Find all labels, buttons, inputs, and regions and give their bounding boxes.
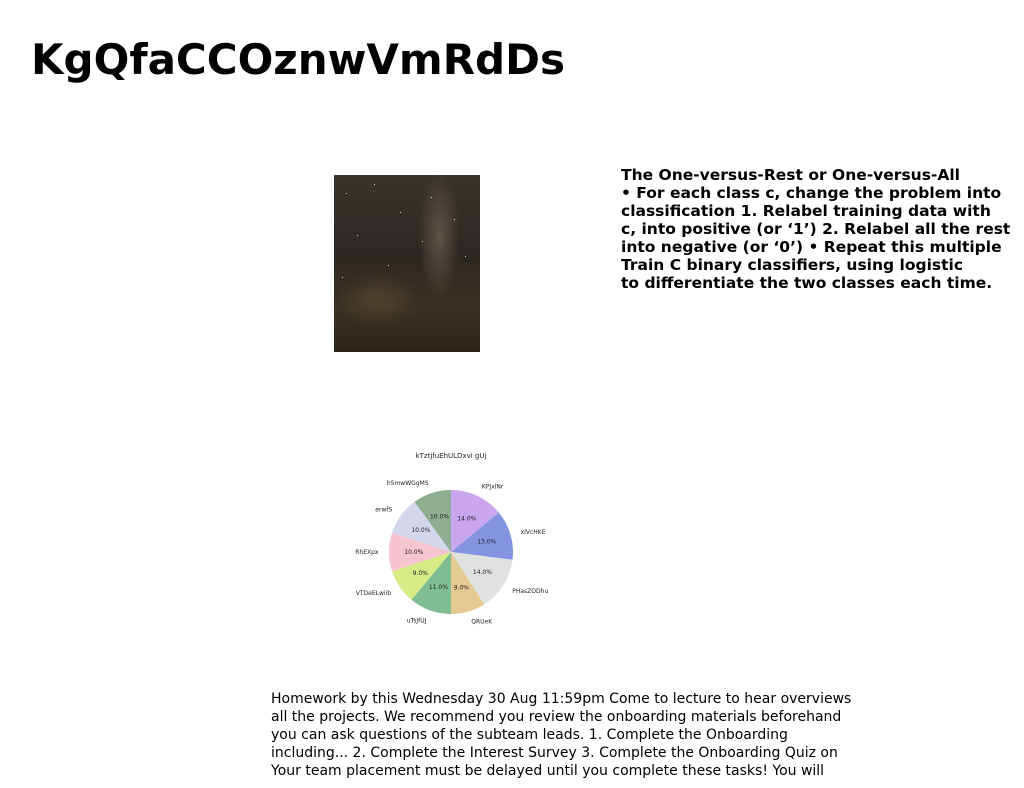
pie-percent-label: 10.0% [430, 514, 449, 521]
notes-line: you can ask questions of the subteam lea… [271, 727, 788, 743]
star-dot [374, 184, 375, 185]
notes-line: including... 2. Complete the Interest Su… [271, 745, 838, 761]
pie-category-label: PHasZODhu [512, 588, 548, 595]
pie-percent-label: 13.0% [477, 539, 496, 546]
star-dot [465, 256, 466, 257]
pie-percent-label: 14.0% [473, 569, 492, 576]
pie-percent-label: 9.0% [454, 585, 470, 592]
notes-line: all the projects. We recommend you revie… [271, 709, 842, 725]
pie-percent-label: 9.0% [413, 570, 429, 577]
notes-text-block: Homework by this Wednesday 30 Aug 11:59p… [271, 690, 871, 780]
star-dot [431, 197, 432, 198]
pie-chart: kTztjfuEhULDxvi gUj 14.0% KPJxlNr 13.0% xlV… [352, 445, 552, 645]
pie-category-label: xlVcHKE [521, 529, 546, 536]
pie-percent-label: 14.0% [457, 515, 476, 522]
slide-text-line: • For each class c, change the problem i… [621, 184, 1002, 202]
star-dot [422, 241, 423, 242]
slide-text-line: Train C binary classifiers, using logist… [621, 256, 964, 274]
pie-category-label: erwfS [375, 506, 392, 513]
night-sky-photo [334, 175, 480, 352]
star-dot [454, 219, 455, 220]
pie-category-label: RhEXpx [355, 549, 379, 556]
slide-text-line: into negative (or ‘0’) • Repeat this mul… [621, 238, 1002, 256]
slide-text-line: The One-versus-Rest or One-versus-All [621, 166, 960, 184]
star-dot [388, 265, 389, 266]
notes-line: Homework by this Wednesday 30 Aug 11:59p… [271, 691, 852, 707]
pie-category-label: hSmwWGgMS [387, 480, 429, 487]
pie-category-label: QRUeK [471, 619, 493, 626]
star-dot [342, 277, 343, 278]
pie-percent-label: 10.0% [404, 549, 423, 556]
star-dot [346, 193, 347, 194]
slide-text-line: to differentiate the two classes each ti… [621, 274, 993, 292]
pie-percent-label: 11.0% [429, 584, 448, 591]
notes-line: Your team placement must be delayed unti… [271, 763, 825, 779]
slide-text-line: classification 1. Relabel training data … [621, 202, 991, 220]
slide-text-block: The One-versus-Rest or One-versus-All • … [621, 166, 1021, 292]
star-dot [400, 212, 401, 213]
page-title: KgQfaCCOznwVmRdDs [31, 35, 565, 84]
star-dot [357, 235, 358, 236]
pie-category-label: KPJxlNr [482, 483, 504, 490]
pie-category-label: uTsJfUJ [407, 617, 427, 624]
pie-category-label: VTDeELwiib [356, 590, 391, 597]
slide-text-line: c, into positive (or ‘1’) 2. Relabel all… [621, 220, 1011, 238]
chart-title: kTztjfuEhULDxvi gUj [416, 452, 487, 460]
pie-chart-svg: kTztjfuEhULDxvi gUj 14.0% KPJxlNr 13.0% xlV… [355, 452, 548, 626]
pie-percent-label: 10.0% [411, 527, 430, 534]
